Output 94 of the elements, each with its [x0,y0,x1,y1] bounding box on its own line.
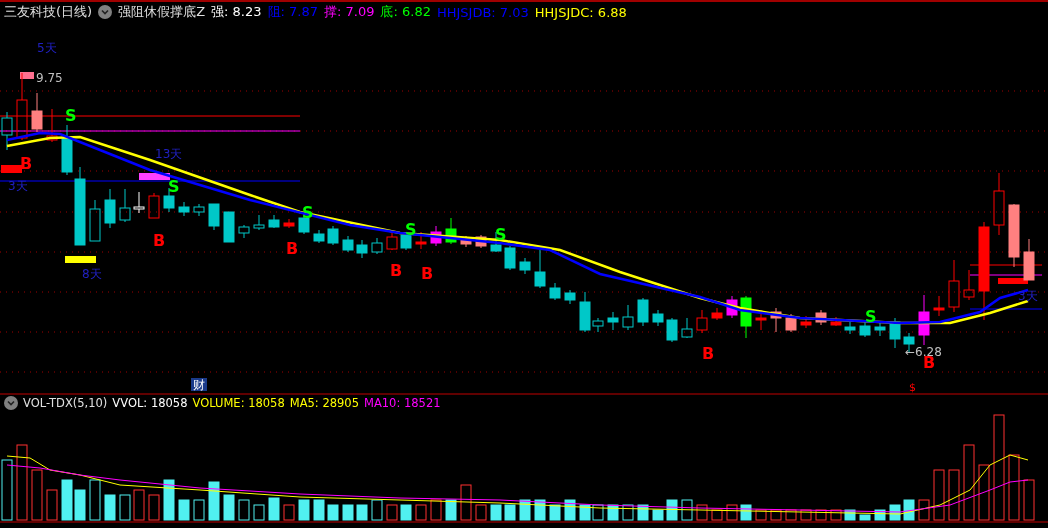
candlestick [874,321,886,337]
signal-bar [998,278,1028,284]
indicator-value: 阻: 7.87 [267,3,318,21]
days-signal: 3天 [1018,289,1038,303]
candlestick [313,229,325,244]
signal-bar [1,165,22,173]
candlestick [386,231,398,251]
candlestick [253,214,265,231]
sell-signal: S [168,177,180,196]
candlestick [178,201,190,217]
candlestick [696,309,708,334]
candlestick [770,307,782,333]
candlestick [844,321,856,335]
candlestick [1023,238,1035,281]
volume-value: MA5: 28905 [289,395,359,410]
candlestick [963,269,975,301]
finance-badge[interactable]: 财 [191,378,207,392]
volume-value: MA10: 18521 [364,395,441,410]
volume-value: VVOL: 18058 [112,395,188,410]
candlestick [119,188,131,223]
candlestick [933,295,945,317]
candlestick [607,311,619,331]
candlestick [89,199,101,242]
dropdown-icon[interactable] [4,395,18,410]
candlestick [637,297,649,327]
candlestick [740,295,752,339]
candlestick [430,225,442,247]
signal-bar [65,256,96,263]
candlestick [948,259,960,313]
candlestick [1,111,13,151]
candlestick [238,224,250,239]
candlestick [785,313,797,333]
candlestick [622,304,634,331]
candlestick [1008,203,1020,268]
sell-signal: S [495,225,507,244]
candlestick [830,316,842,327]
candlestick [193,203,205,217]
sell-signal: S [65,106,77,125]
candlestick [342,235,354,253]
buy-signal: B [153,231,166,250]
candlestick [504,245,516,271]
days-signal: 13天 [155,147,183,161]
candlestick [564,289,576,305]
indicator-name: 强阻休假撑底Z [118,3,206,21]
candlestick [31,92,43,133]
indicator-value: 底: 6.82 [380,3,431,21]
signal-bar [139,173,170,180]
candlestick [104,188,116,229]
price-signal: 9.75 [36,71,63,85]
candlestick [534,249,546,289]
buy-signal: B [390,261,403,280]
volume-indicator-name: VOL-TDX(5,10) [23,395,108,410]
candlestick [371,237,383,255]
candlestick [726,295,738,319]
candlestick [519,257,531,275]
days-signal: 5天 [37,41,57,55]
buy-signal: B [702,344,715,363]
candlestick [681,317,693,339]
buy-signal: B [421,264,434,283]
candlestick [815,309,827,326]
candlestick [16,72,28,141]
indicator-value: 撑: 7.09 [324,3,375,21]
candlestick [800,315,812,329]
candlestick [415,231,427,250]
candlestick [356,239,368,259]
candlestick [711,307,723,321]
candlestick [283,218,295,229]
dollar-signal: $ [909,381,916,394]
candlestick [268,214,280,229]
candlestick [993,172,1005,236]
indicator-value: HHJSJDB: 7.03 [436,4,529,20]
candlestick [652,309,664,327]
signal-bar [20,72,34,79]
candlestick [549,282,561,301]
volume-value: VOLUME: 18058 [192,395,285,410]
buy-signal: B [286,239,299,258]
days-signal: 3天 [8,179,28,193]
candlestick [475,234,487,249]
indicator-value: HHJSJDC: 6.88 [534,4,627,20]
candlestick [133,191,145,214]
indicator-value: 强: 8.23 [211,3,262,21]
buy-signal: B [20,154,33,173]
candlestick [46,108,58,143]
candlestick [889,317,901,349]
candlestick [148,192,160,219]
dropdown-icon[interactable] [98,5,113,19]
stock-title: 三友科技(日线) [4,3,93,21]
candlestick [208,203,220,231]
candlestick [666,317,678,343]
days-signal: 8天 [82,267,102,281]
candlestick [445,217,457,245]
candlestick [327,225,339,246]
candlestick [918,294,930,346]
candlestick [223,211,235,243]
